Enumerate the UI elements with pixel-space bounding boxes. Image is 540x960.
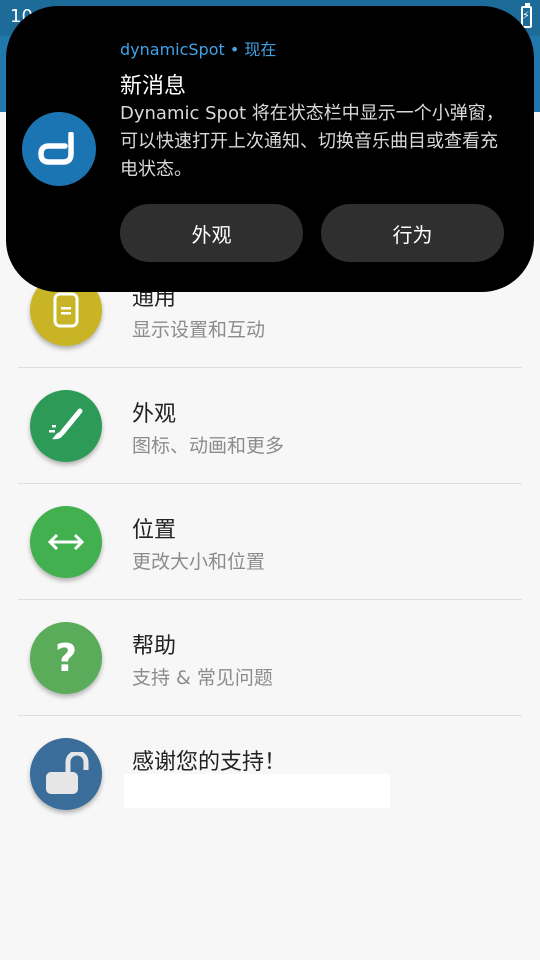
screen: 10 通用 显示设置和互动 [0,0,540,960]
notification-title: 新消息 [120,74,187,99]
support-title: 感谢您的支持！ [132,750,287,775]
position-subtitle: 更改大小和位置 [132,551,266,573]
help-subtitle: 支持 & 常见问题 [132,667,273,689]
appearance-subtitle: 图标、动画和更多 [132,435,285,457]
appearance-icon-circle [30,390,102,462]
notification-popup[interactable]: dynamicSpot • 现在 新消息 Dynamic Spot 将在状态栏中… [6,6,534,292]
unlocked-padlock-icon [46,752,89,794]
list-item-appearance[interactable]: 外观 图标、动画和更多 [18,368,522,484]
general-subtitle: 显示设置和互动 [132,319,266,341]
support-icon-circle [30,738,102,810]
behavior-button[interactable]: 行为 [321,204,504,262]
help-icon-circle: ? [30,622,102,694]
position-icon-circle [30,506,102,578]
document-icon [53,292,79,328]
help-title: 帮助 [132,634,177,659]
question-icon: ? [54,636,78,680]
support-placeholder [124,774,390,808]
notification-app-name: dynamicSpot • 现在 [120,40,277,59]
appearance-title: 外观 [132,402,177,427]
list-item-support[interactable]: 感谢您的支持！ [18,716,522,831]
notification-body: Dynamic Spot 将在状态栏中显示一个小弹窗，可以快速打开上次通知、切换… [120,103,504,180]
notification-app-icon [22,112,96,186]
position-title: 位置 [132,518,177,543]
list-item-help[interactable]: ? 帮助 支持 & 常见问题 [18,600,522,716]
paintbrush-icon [49,408,83,440]
appearance-button[interactable]: 外观 [120,204,303,262]
list-item-position[interactable]: 位置 更改大小和位置 [18,484,522,600]
dynamicspot-logo-icon [38,132,74,165]
horizontal-arrows-icon [47,533,85,551]
settings-list: 通用 显示设置和互动 外观 图标、动画和更多 位置 更改大小和位置 ? 帮助 支… [0,252,540,831]
